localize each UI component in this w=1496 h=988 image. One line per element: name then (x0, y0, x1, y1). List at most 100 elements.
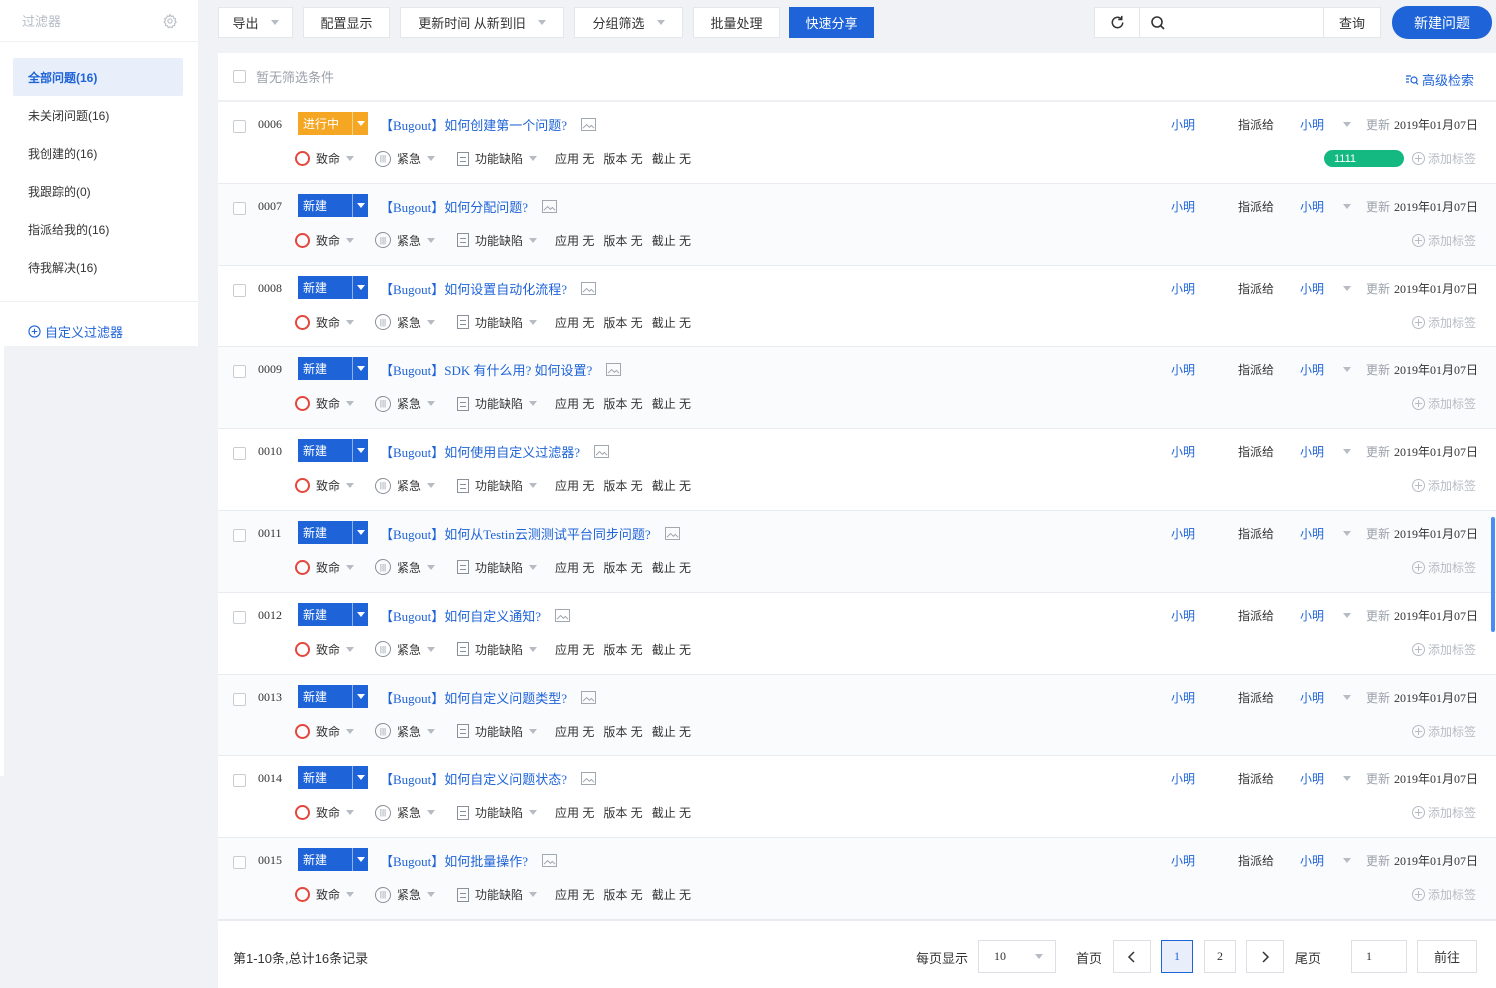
deadline-field[interactable]: 截止 无 (652, 150, 691, 167)
gear-icon[interactable] (162, 13, 178, 29)
issue-checkbox[interactable] (233, 120, 246, 133)
issue-owner[interactable]: 小明 (1171, 525, 1195, 542)
sidebar-item[interactable]: 我跟踪的(0) (13, 172, 183, 210)
version-field[interactable]: 版本 无 (603, 559, 642, 576)
image-icon[interactable] (542, 854, 557, 868)
status-dropdown[interactable]: 新建 (298, 275, 368, 299)
issue-assignee[interactable]: 小明 (1300, 280, 1324, 297)
scrollbar[interactable] (1491, 517, 1495, 632)
issue-owner[interactable]: 小明 (1171, 361, 1195, 378)
issue-title-link[interactable]: 【Bugout】如何使用自定义过滤器? (380, 442, 609, 461)
issue-checkbox[interactable] (233, 201, 246, 215)
new-issue-button[interactable]: 新建问题 (1392, 6, 1492, 39)
image-icon[interactable] (606, 363, 622, 377)
issue-owner[interactable]: 小明 (1171, 770, 1195, 787)
page-2-button[interactable]: 2 (1204, 940, 1236, 973)
type-dropdown[interactable]: 功能缺陷 (457, 395, 555, 412)
refresh-button[interactable] (1094, 7, 1140, 38)
severity-dropdown[interactable]: 致命 (295, 150, 375, 167)
issue-title-link[interactable]: 【Bugout】SDK 有什么用? 如何设置? (380, 360, 622, 379)
goto-button[interactable]: 前往 (1417, 940, 1477, 973)
app-field[interactable]: 应用 无 (555, 641, 594, 658)
issue-assignee[interactable]: 小明 (1300, 525, 1324, 542)
select-all-checkbox[interactable] (233, 70, 246, 83)
issue-title-link[interactable]: 【Bugout】如何从Testin云测测试平台同步问题? (380, 524, 680, 543)
app-field[interactable]: 应用 无 (555, 723, 594, 740)
issue-title-link[interactable]: 【Bugout】如何分配问题? (380, 197, 557, 216)
status-dropdown[interactable]: 新建 (298, 602, 368, 626)
sidebar-item[interactable]: 我创建的(16) (13, 134, 183, 172)
add-tag-button[interactable]: 添加标签 (1411, 477, 1476, 494)
chevron-down-icon[interactable] (1343, 122, 1351, 127)
issue-owner[interactable]: 小明 (1171, 689, 1195, 706)
severity-dropdown[interactable]: 致命 (295, 232, 375, 249)
deadline-field[interactable]: 截止 无 (652, 232, 691, 249)
custom-filter-link[interactable]: 自定义过滤器 (0, 322, 198, 341)
issue-title-link[interactable]: 【Bugout】如何创建第一个问题? (380, 115, 596, 134)
chevron-down-icon[interactable] (1343, 776, 1351, 782)
priority-dropdown[interactable]: ||| 紧急 (375, 150, 457, 167)
chevron-down-icon[interactable] (1343, 530, 1351, 536)
issue-row[interactable]: 0011 新建 【Bugout】如何从Testin云测测试平台同步问题? 小明 … (218, 510, 1496, 593)
severity-dropdown[interactable]: 致命 (295, 477, 375, 494)
deadline-field[interactable]: 截止 无 (652, 641, 691, 658)
page-1-button[interactable]: 1 (1161, 940, 1193, 973)
chevron-down-icon[interactable] (1343, 367, 1351, 373)
type-dropdown[interactable]: 功能缺陷 (457, 641, 555, 658)
priority-dropdown[interactable]: ||| 紧急 (375, 395, 457, 412)
priority-dropdown[interactable]: ||| 紧急 (375, 314, 457, 331)
priority-dropdown[interactable]: ||| 紧急 (375, 641, 457, 658)
image-icon[interactable] (581, 281, 596, 295)
version-field[interactable]: 版本 无 (603, 314, 642, 331)
version-field[interactable]: 版本 无 (603, 804, 642, 821)
image-icon[interactable] (581, 690, 596, 704)
add-tag-button[interactable]: 添加标签 (1411, 232, 1476, 249)
severity-dropdown[interactable]: 致命 (295, 314, 375, 331)
version-field[interactable]: 版本 无 (603, 477, 642, 494)
issue-owner[interactable]: 小明 (1171, 852, 1195, 869)
deadline-field[interactable]: 截止 无 (652, 804, 691, 821)
app-field[interactable]: 应用 无 (555, 477, 594, 494)
app-field[interactable]: 应用 无 (555, 232, 594, 249)
issue-checkbox[interactable] (233, 692, 246, 706)
issue-row[interactable]: 0008 新建 【Bugout】如何设置自动化流程? 小明 指派给 小明 更新 2… (218, 265, 1496, 348)
add-tag-button[interactable]: 添加标签 (1411, 641, 1476, 658)
severity-dropdown[interactable]: 致命 (295, 641, 375, 658)
issue-row[interactable]: 0006 进行中 【Bugout】如何创建第一个问题? 小明 指派给 小明 更新… (218, 102, 1496, 184)
issue-checkbox[interactable] (233, 447, 246, 461)
status-dropdown[interactable]: 新建 (298, 520, 368, 544)
status-dropdown[interactable]: 新建 (298, 439, 368, 463)
issue-row[interactable]: 0015 新建 【Bugout】如何批量操作? 小明 指派给 小明 更新 2019… (218, 838, 1496, 920)
version-field[interactable]: 版本 无 (603, 641, 642, 658)
export-button[interactable]: 导出 (218, 7, 293, 38)
deadline-field[interactable]: 截止 无 (652, 395, 691, 412)
priority-dropdown[interactable]: ||| 紧急 (375, 559, 457, 576)
add-tag-button[interactable]: 添加标签 (1411, 886, 1476, 903)
app-field[interactable]: 应用 无 (555, 314, 594, 331)
type-dropdown[interactable]: 功能缺陷 (457, 314, 555, 331)
deadline-field[interactable]: 截止 无 (652, 723, 691, 740)
issue-checkbox[interactable] (233, 774, 246, 788)
issue-checkbox[interactable] (233, 283, 246, 297)
issue-row[interactable]: 0013 新建 【Bugout】如何自定义问题类型? 小明 指派给 小明 更新 2… (218, 674, 1496, 757)
issue-title-link[interactable]: 【Bugout】如何自定义问题状态? (380, 769, 596, 788)
issue-title-link[interactable]: 【Bugout】如何自定义通知? (380, 606, 570, 625)
sidebar-item[interactable]: 未关闭问题(16) (13, 96, 183, 134)
issue-row[interactable]: 0014 新建 【Bugout】如何自定义问题状态? 小明 指派给 小明 更新 2… (218, 756, 1496, 839)
app-field[interactable]: 应用 无 (555, 395, 594, 412)
issue-assignee[interactable]: 小明 (1300, 689, 1324, 706)
type-dropdown[interactable]: 功能缺陷 (457, 477, 555, 494)
chevron-down-icon[interactable] (1343, 285, 1351, 291)
type-dropdown[interactable]: 功能缺陷 (457, 232, 555, 249)
app-field[interactable]: 应用 无 (555, 804, 594, 821)
sidebar-item[interactable]: 待我解决(16) (13, 248, 183, 286)
severity-dropdown[interactable]: 致命 (295, 723, 375, 740)
issue-checkbox[interactable] (233, 528, 246, 542)
image-icon[interactable] (664, 526, 680, 540)
severity-dropdown[interactable]: 致命 (295, 559, 375, 576)
goto-page-input[interactable]: 1 (1351, 940, 1407, 973)
issue-assignee[interactable]: 小明 (1300, 607, 1324, 624)
add-tag-button[interactable]: 添加标签 (1411, 559, 1476, 576)
issue-row[interactable]: 0009 新建 【Bugout】SDK 有什么用? 如何设置? 小明 指派给 小… (218, 347, 1496, 430)
issue-assignee[interactable]: 小明 (1300, 198, 1324, 215)
